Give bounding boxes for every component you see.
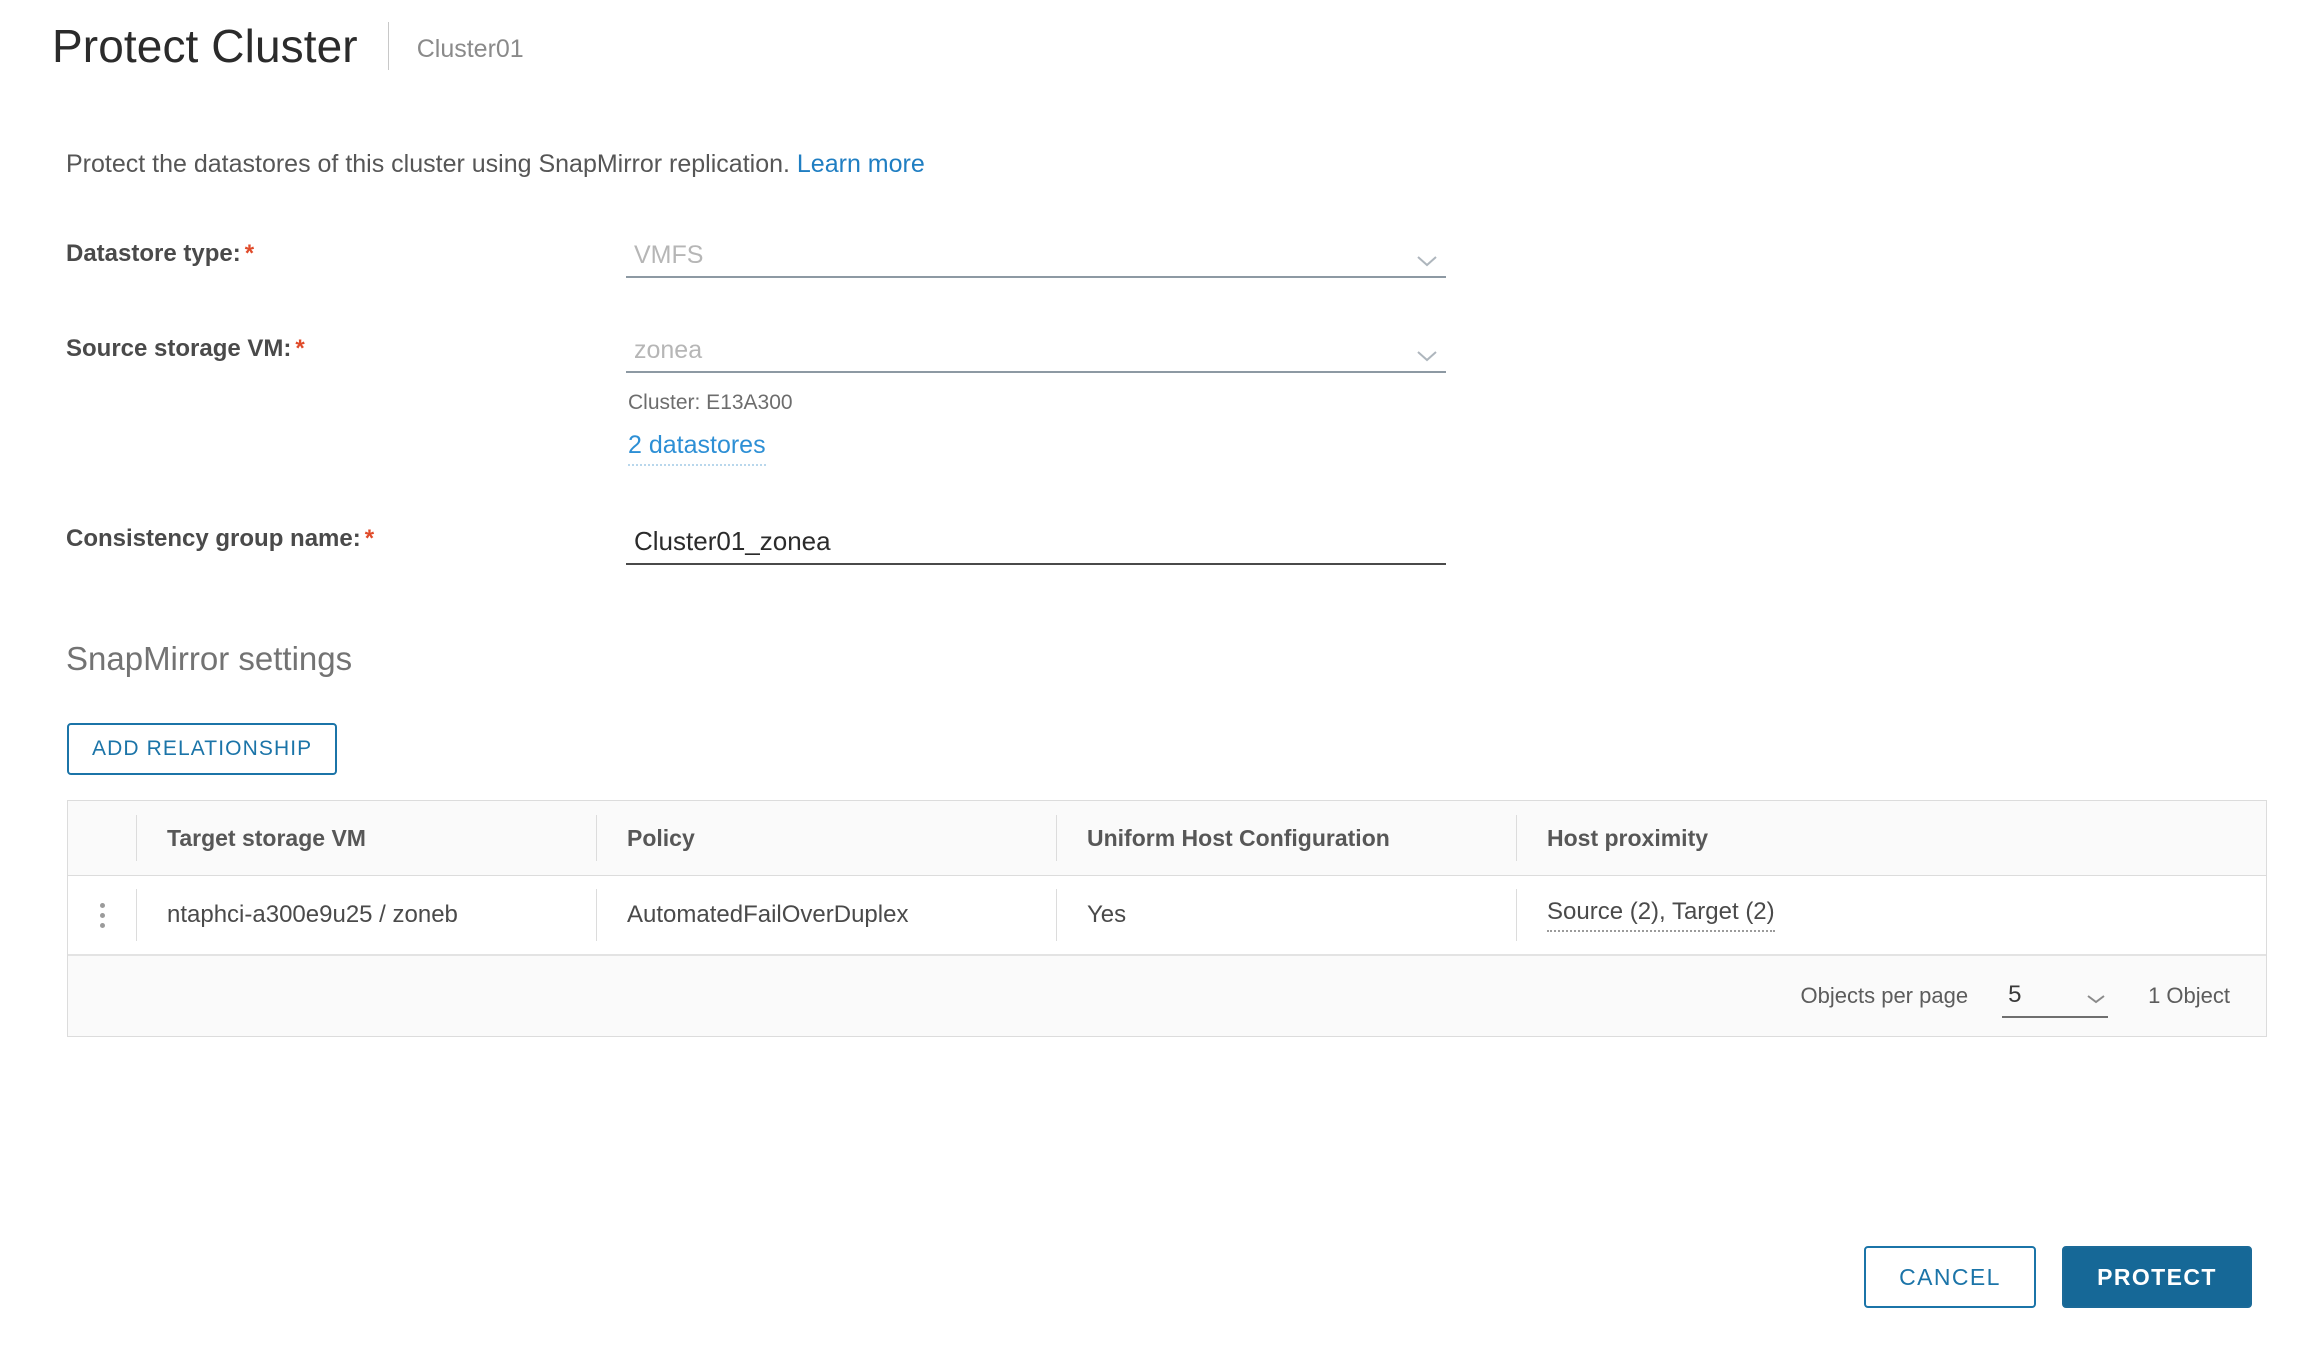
datastore-type-value: VMFS <box>634 241 704 269</box>
consistency-group-name-label-text: Consistency group name: <box>66 525 361 552</box>
chevron-down-icon <box>1416 254 1438 268</box>
host-proximity-link[interactable]: Source (2), Target (2) <box>1547 898 1775 932</box>
cell-policy: AutomatedFailOverDuplex <box>596 889 1056 941</box>
consistency-group-name-label: Consistency group name: * <box>66 515 626 553</box>
source-storage-vm-required-mark: * <box>295 335 305 362</box>
learn-more-link[interactable]: Learn more <box>797 150 925 178</box>
datastores-link[interactable]: 2 datastores <box>628 431 766 466</box>
table-header-actions <box>68 815 136 861</box>
table-header-target-storage-vm: Target storage VM <box>136 815 596 861</box>
header-divider <box>387 22 389 70</box>
table-header-policy: Policy <box>596 815 1056 861</box>
datastore-type-label: Datastore type: * <box>66 230 626 268</box>
datastore-type-label-text: Datastore type: <box>66 240 241 267</box>
protect-cluster-dialog: Protect Cluster Cluster01 Protect the da… <box>0 0 2304 1354</box>
row-actions-cell <box>68 889 136 941</box>
source-storage-vm-label-text: Source storage VM: <box>66 335 292 362</box>
kebab-menu-icon[interactable] <box>96 899 109 932</box>
consistency-group-name-input[interactable]: Cluster01_zonea <box>626 515 1446 565</box>
source-cluster-note: Cluster: E13A300 <box>628 391 793 414</box>
consistency-group-name-value: Cluster01_zonea <box>634 526 831 556</box>
chevron-down-icon <box>1416 349 1438 363</box>
objects-per-page-label: Objects per page <box>1800 983 1969 1008</box>
objects-per-page-select[interactable]: 5 <box>2002 974 2109 1018</box>
dialog-header: Protect Cluster Cluster01 <box>52 22 524 70</box>
consistency-group-name-required-mark: * <box>364 525 375 552</box>
table-header-uniform-host-configuration: Uniform Host Configuration <box>1056 815 1516 861</box>
field-row-source-storage-vm: Source storage VM: * zonea Cluster: E13A3… <box>66 325 2066 515</box>
table-row[interactable]: ntaphci-a300e9u25 / zoneb AutomatedFailO… <box>68 876 2266 956</box>
consistency-group-name-control: Cluster01_zonea <box>626 515 1446 565</box>
cancel-button[interactable]: CANCEL <box>1864 1246 2036 1308</box>
protect-button[interactable]: PROTECT <box>2062 1246 2252 1308</box>
datastore-type-required-mark: * <box>244 240 255 267</box>
dialog-footer: CANCEL PROTECT <box>1864 1246 2252 1308</box>
datastore-type-control: VMFS <box>626 230 1446 278</box>
snapmirror-section-title: SnapMirror settings <box>66 640 353 677</box>
intro-description: Protect the datastores of this cluster u… <box>66 150 790 178</box>
table-header-row: Target storage VM Policy Uniform Host Co… <box>68 801 2266 876</box>
table-footer: Objects per page 5 1 Object <box>68 956 2266 1036</box>
table-header-host-proximity: Host proximity <box>1516 815 2266 861</box>
cell-target-storage-vm: ntaphci-a300e9u25 / zoneb <box>136 889 596 941</box>
field-row-datastore-type: Datastore type: * VMFS <box>66 230 2066 325</box>
protect-form: Datastore type: * VMFS Source storage VM:… <box>66 230 2066 575</box>
object-count: 1 Object <box>2148 983 2230 1008</box>
add-relationship-button[interactable]: ADD RELATIONSHIP <box>67 723 338 775</box>
header-subtitle: Cluster01 <box>416 34 524 63</box>
source-storage-vm-label: Source storage VM: * <box>66 325 626 363</box>
source-storage-vm-control: zonea Cluster: E13A300 2 datastores <box>626 325 1446 466</box>
chevron-down-icon <box>2086 992 2106 1004</box>
cell-uniform-host-configuration: Yes <box>1056 889 1516 941</box>
source-storage-vm-select[interactable]: zonea <box>626 325 1446 373</box>
source-storage-vm-value: zonea <box>634 336 703 364</box>
field-row-consistency-group-name: Consistency group name: * Cluster01_zonea <box>66 515 2066 575</box>
cell-host-proximity: Source (2), Target (2) <box>1516 889 2266 941</box>
page-title: Protect Cluster <box>52 20 358 72</box>
datastore-type-select[interactable]: VMFS <box>626 230 1446 278</box>
snapmirror-relationships-table: Target storage VM Policy Uniform Host Co… <box>67 800 2267 1037</box>
objects-per-page-value: 5 <box>2008 981 2022 1008</box>
intro-text: Protect the datastores of this cluster u… <box>66 150 925 179</box>
